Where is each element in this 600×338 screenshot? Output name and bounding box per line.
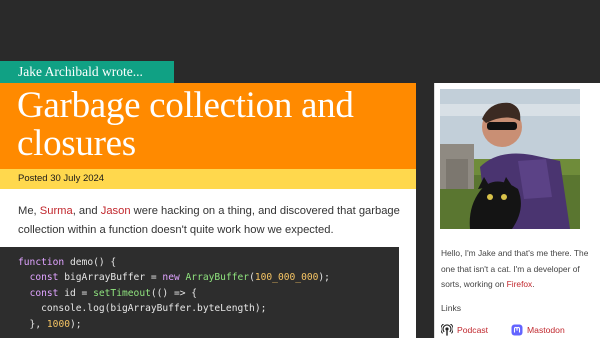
jason-link[interactable]: Jason (101, 205, 131, 217)
code-text: bigArrayBuffer = (58, 272, 163, 284)
post-title: Garbage collection and closures (17, 85, 354, 164)
author-bio: Hello, I'm Jake and that's me there. The… (441, 246, 591, 293)
author-sidebar: Hello, I'm Jake and that's me there. The… (434, 83, 600, 338)
intro-paragraph: Me, Surma, and Jason were hacking on a t… (18, 202, 408, 240)
code-text: ); (70, 318, 82, 330)
code-text: ); (318, 272, 330, 284)
code-text: id = (58, 287, 94, 299)
code-text: (() => { (150, 287, 198, 299)
mastodon-link-label: Mastodon (527, 325, 565, 335)
author-byline: Jake Archibald wrote... (0, 61, 174, 83)
podcast-link[interactable]: Podcast (441, 323, 488, 337)
podcast-link-label: Podcast (457, 325, 489, 335)
site-header (0, 0, 600, 50)
bio-text-end: . (532, 279, 535, 289)
code-text: demo() { (64, 257, 117, 268)
code-function: setTimeout (93, 287, 151, 299)
code-keyword: const (29, 287, 59, 299)
intro-text-start: Me, (18, 205, 40, 217)
code-text: }, (18, 318, 47, 330)
code-keyword: function (18, 257, 65, 268)
post-date: Posted 30 July 2024 (0, 169, 416, 189)
code-number: 100_000_000 (254, 272, 319, 284)
links-heading: Links (441, 303, 462, 313)
surma-link[interactable]: Surma (40, 205, 73, 217)
code-line: function demo() { (18, 255, 399, 270)
mastodon-link[interactable]: Mastodon (511, 323, 565, 337)
firefox-link[interactable]: Firefox (507, 279, 533, 289)
podcast-icon (441, 324, 453, 336)
author-avatar (440, 89, 580, 229)
code-line: }, 1000); (18, 317, 399, 332)
code-number: 1000 (46, 318, 70, 330)
code-line: const id = setTimeout(() => { (18, 286, 399, 301)
code-keyword: new (162, 272, 180, 284)
code-line: console.log(bigArrayBuffer.byteLength); (18, 303, 267, 315)
code-block: function demo() { const bigArrayBuffer =… (0, 247, 399, 338)
post-title-banner: Garbage collection and closures (0, 83, 416, 169)
code-line: const bigArrayBuffer = new ArrayBuffer(1… (18, 270, 399, 285)
mastodon-icon (511, 324, 523, 336)
code-keyword: const (29, 272, 59, 284)
intro-text-middle: , and (72, 205, 101, 217)
code-function: ArrayBuffer (185, 272, 250, 284)
